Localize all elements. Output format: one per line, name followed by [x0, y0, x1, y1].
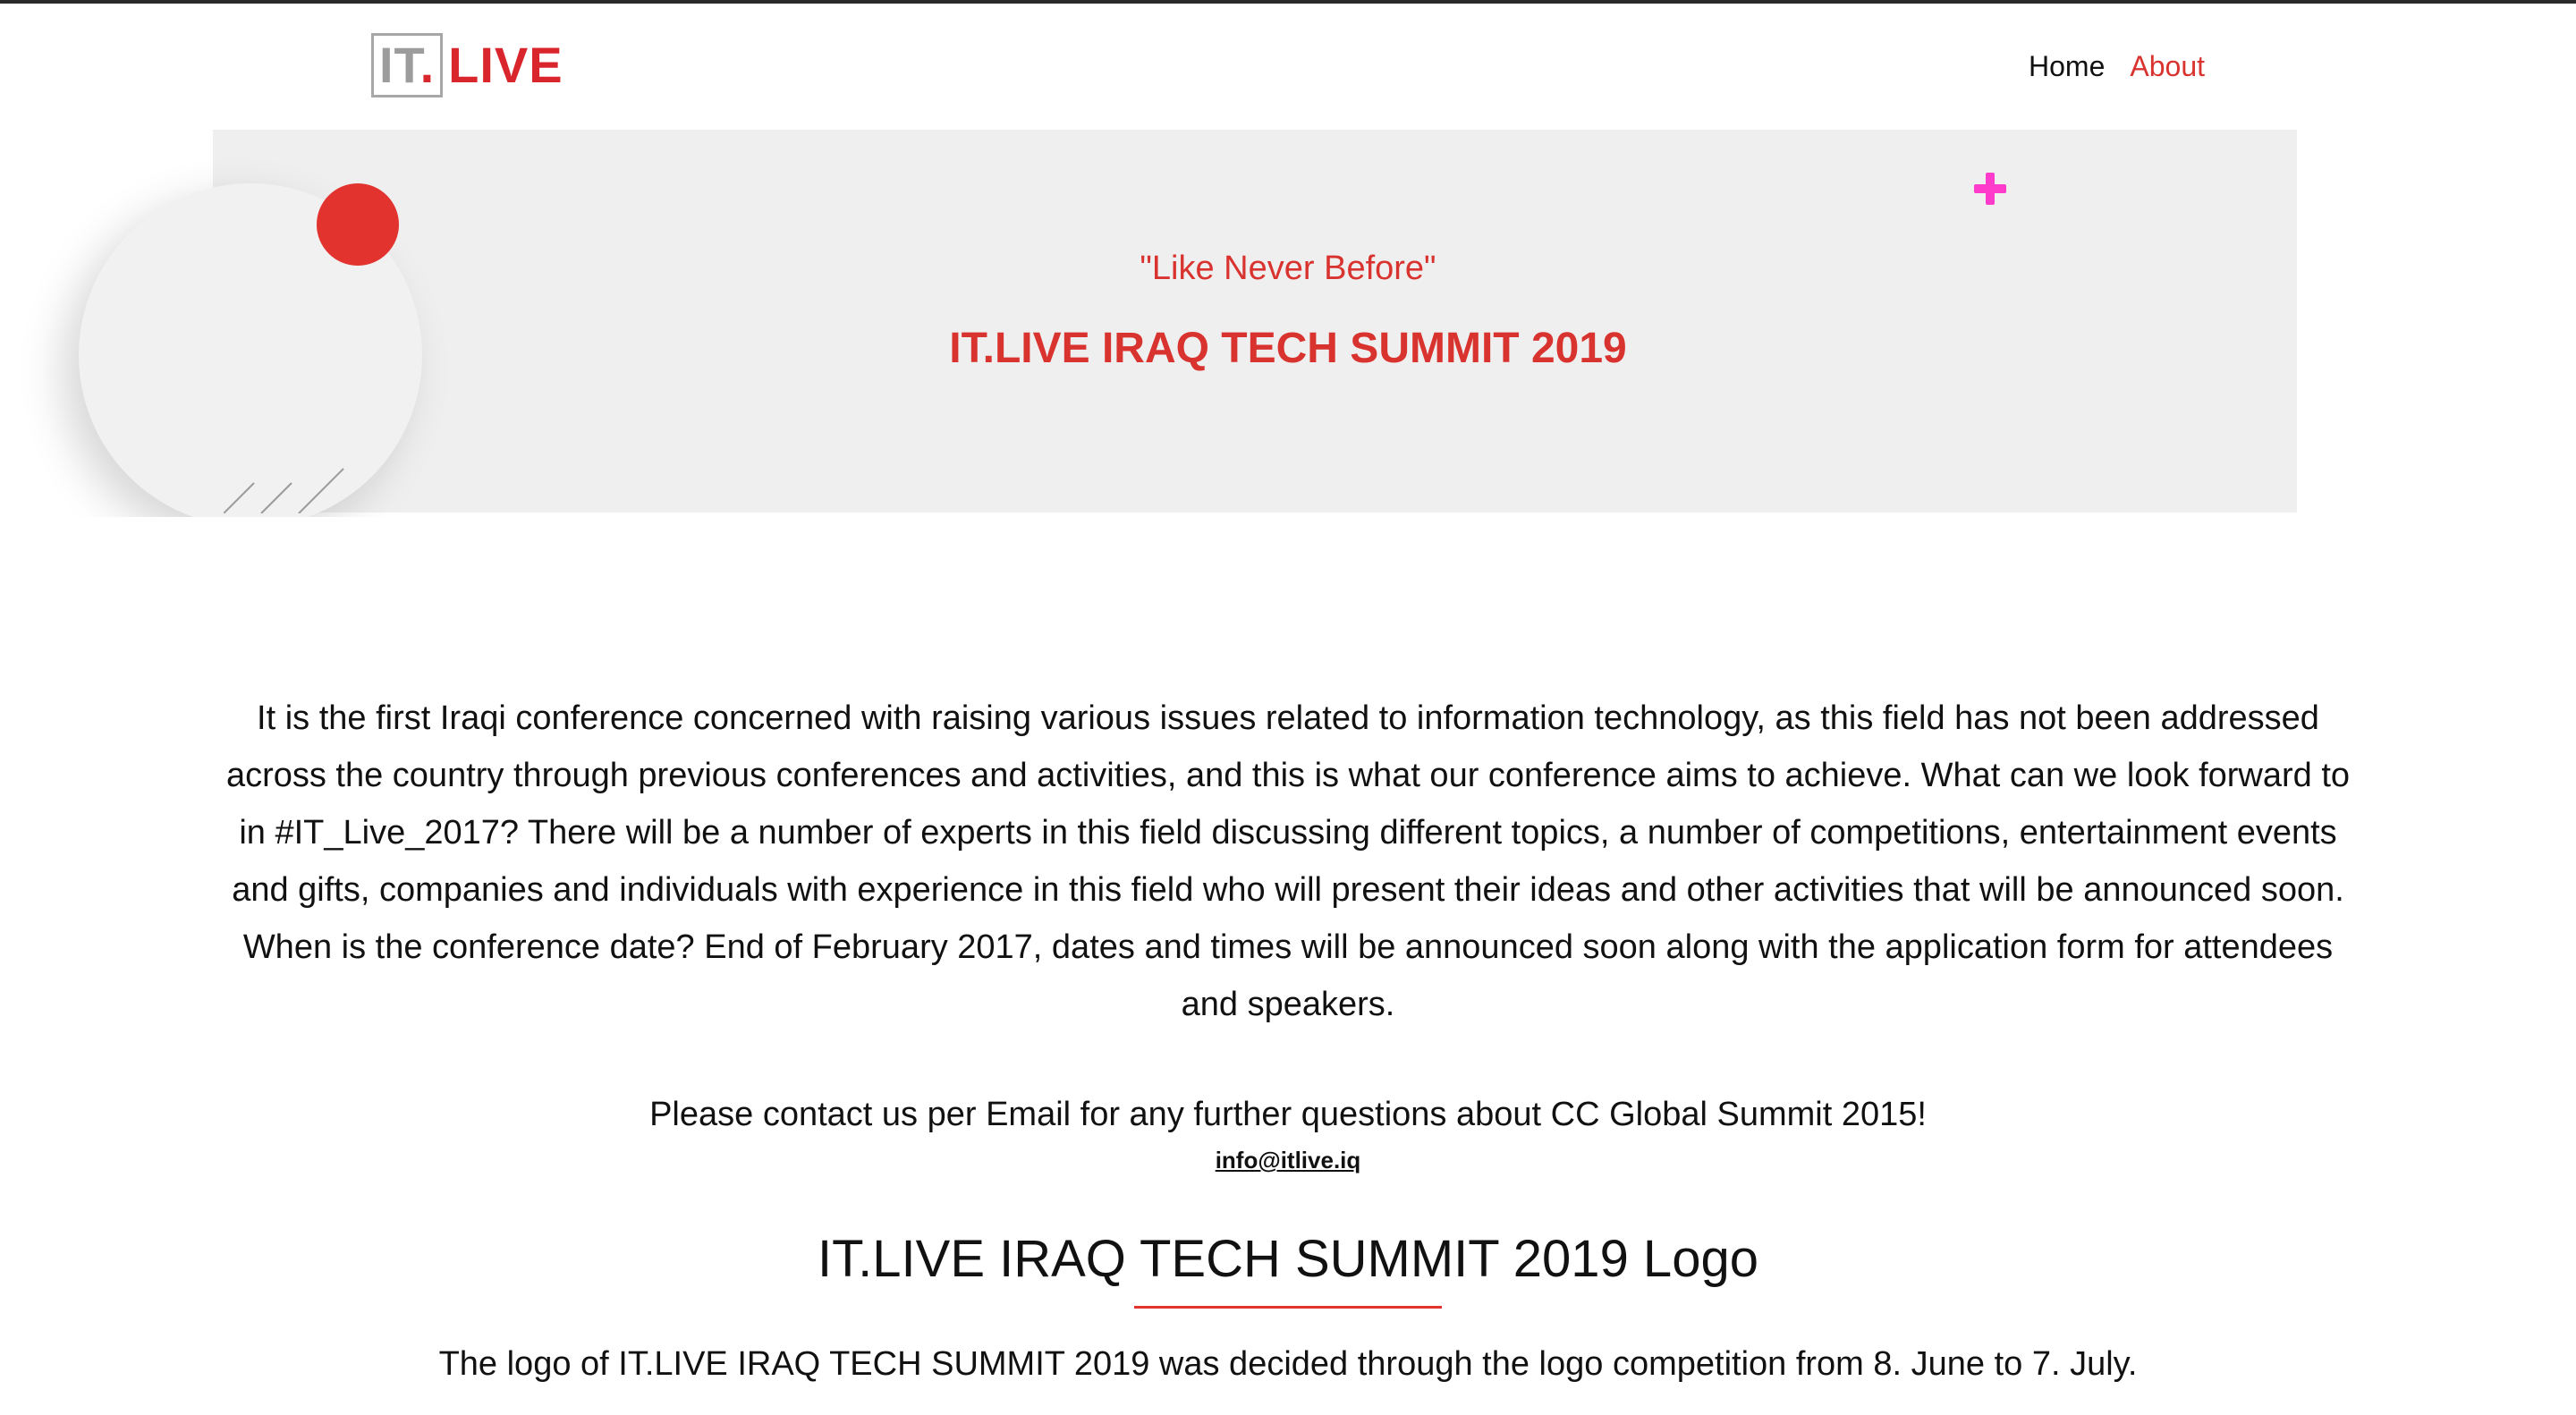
main-nav: Home About [2029, 47, 2205, 86]
hero-title: IT.LIVE IRAQ TECH SUMMIT 2019 [949, 325, 1627, 372]
decorative-hatch-lines [224, 467, 349, 513]
logo-it-box: IT. [371, 33, 444, 97]
decorative-plus-icon [1974, 173, 2006, 205]
top-border [0, 0, 2576, 4]
contact-text: Please contact us per Email for any furt… [649, 1096, 1927, 1133]
email-link[interactable]: info@itlive.iq [1216, 1147, 1361, 1174]
logo-section-title: IT.LIVE IRAQ TECH SUMMIT 2019 Logo [818, 1230, 1758, 1288]
nav-home-link[interactable]: Home [2029, 47, 2105, 86]
logo-live-text: LIVE [448, 37, 564, 93]
site-logo[interactable]: IT. LIVE [371, 33, 564, 97]
email-link-wrapper: info@itlive.iq [0, 1144, 2576, 1176]
hero-tagline: "Like Never Before" [1140, 250, 1436, 287]
logo-it-text: IT [379, 37, 420, 93]
intro-paragraph: It is the first Iraqi conference concern… [225, 699, 2351, 1023]
nav-about-link[interactable]: About [2130, 47, 2205, 86]
logo-section-text: The logo of IT.LIVE IRAQ TECH SUMMIT 201… [438, 1345, 2138, 1383]
logo-dot: . [419, 37, 436, 93]
section-title-underline [1134, 1306, 1442, 1309]
